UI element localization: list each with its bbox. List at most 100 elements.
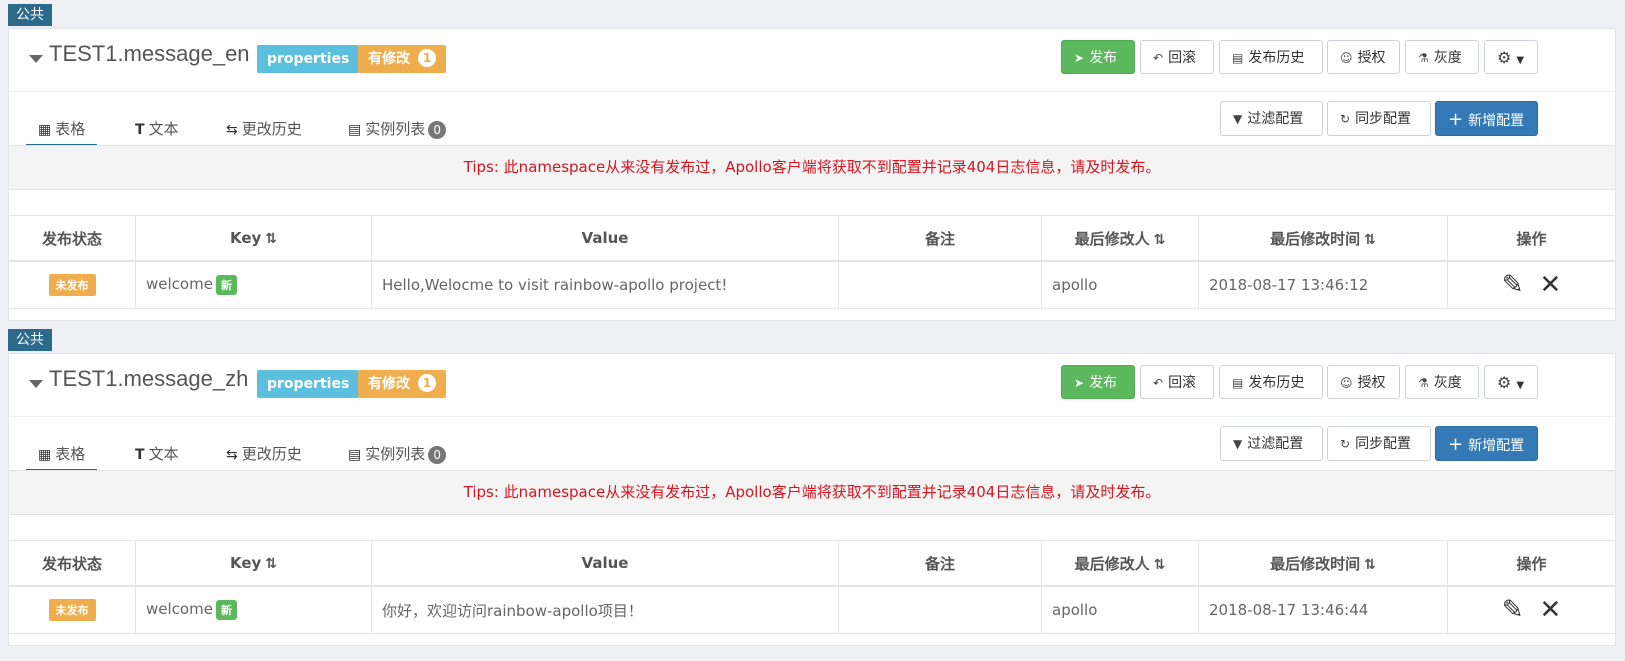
gray-release-button[interactable]: ⚗ 灰度 bbox=[1405, 365, 1479, 399]
column-header-value: Value bbox=[371, 215, 839, 262]
tips-message: Tips: 此namespace从来没有发布过，Apollo客户端将获取不到配置… bbox=[9, 145, 1615, 190]
gray-release-label: 灰度 bbox=[1433, 50, 1462, 66]
user-icon: ☺ bbox=[1340, 376, 1353, 390]
plus-icon: + bbox=[1448, 109, 1464, 130]
tab-table-label: 表格 bbox=[55, 445, 86, 463]
namespace-name: TEST1.message_en bbox=[49, 41, 250, 66]
filter-config-label: 过滤配置 bbox=[1247, 111, 1304, 127]
caret-down-icon[interactable] bbox=[29, 55, 43, 63]
value-cell: Hello,Welocme to visit rainbow-apollo pr… bbox=[371, 261, 839, 309]
column-header-status: 发布状态 bbox=[9, 540, 136, 587]
comment-cell bbox=[838, 586, 1042, 634]
user-icon: ☺ bbox=[1340, 51, 1353, 65]
text-icon: T bbox=[135, 122, 145, 138]
column-header-comment: 备注 bbox=[838, 215, 1042, 262]
edit-icon[interactable]: ✎ bbox=[1502, 595, 1524, 625]
column-header-actions-label: 操作 bbox=[1516, 554, 1547, 573]
paper-plane-icon: ➤ bbox=[1074, 51, 1085, 65]
column-header-key-label: Key bbox=[229, 554, 262, 572]
column-header-time[interactable]: 最后修改时间 ⇅ bbox=[1198, 540, 1448, 587]
tab-text-label: 文本 bbox=[148, 120, 179, 138]
tab-instances[interactable]: ▤ 实例列表 0 bbox=[336, 118, 458, 144]
list-icon: ▤ bbox=[348, 447, 362, 463]
filter-icon: ▼ bbox=[1233, 112, 1243, 126]
grant-button[interactable]: ☺ 授权 bbox=[1327, 365, 1400, 399]
sync-config-label: 同步配置 bbox=[1355, 111, 1412, 127]
namespace-public-tag: 公共 bbox=[8, 329, 52, 351]
column-header-modifier[interactable]: 最后修改人 ⇅ bbox=[1041, 540, 1199, 587]
tab-text[interactable]: T 文本 bbox=[123, 118, 191, 144]
key-cell: welcome 新 bbox=[135, 261, 372, 309]
publish-history-label: 发布历史 bbox=[1248, 375, 1305, 391]
config-table: 发布状态 Key ⇅ Value 备注 最后修改人 ⇅ 最后修改时间 ⇅ 操作 未发布… bbox=[9, 540, 1615, 634]
rollback-label: 回滚 bbox=[1168, 375, 1197, 391]
value-text: 你好，欢迎访问rainbow-apollo项目！ bbox=[382, 601, 643, 620]
rollback-button[interactable]: ↶ 回滚 bbox=[1140, 365, 1214, 399]
sort-icon[interactable]: ⇅ bbox=[1154, 557, 1166, 573]
column-header-status-label: 发布状态 bbox=[41, 554, 102, 573]
close-icon[interactable]: ✕ bbox=[1540, 595, 1562, 625]
sync-config-label: 同步配置 bbox=[1355, 436, 1412, 452]
settings-dropdown-button[interactable]: ⚙ ▼ bbox=[1484, 365, 1538, 399]
publish-history-button[interactable]: ▤ 发布历史 bbox=[1219, 40, 1323, 74]
flask-icon: ⚗ bbox=[1418, 51, 1429, 65]
filter-config-button[interactable]: ▼ 过滤配置 bbox=[1220, 101, 1323, 136]
gray-release-button[interactable]: ⚗ 灰度 bbox=[1405, 40, 1479, 74]
sync-config-button[interactable]: ↻ 同步配置 bbox=[1327, 101, 1431, 136]
filter-config-button[interactable]: ▼ 过滤配置 bbox=[1220, 426, 1323, 461]
modified-text: 有修改 bbox=[368, 51, 410, 67]
namespace-section: 公共 TEST1.message_en properties 有修改 1 ➤ 发布 … bbox=[0, 0, 1625, 330]
table-header-row: 发布状态 Key ⇅ Value 备注 最后修改人 ⇅ 最后修改时间 ⇅ 操作 bbox=[9, 215, 1615, 262]
time-text: 2018-08-17 13:46:44 bbox=[1209, 601, 1369, 619]
refresh-icon: ↻ bbox=[1340, 437, 1351, 451]
tab-change-history[interactable]: ⇆ 更改历史 bbox=[214, 443, 314, 469]
unpublished-badge: 未发布 bbox=[48, 599, 96, 621]
add-config-button[interactable]: + 新增配置 bbox=[1435, 426, 1538, 461]
publish-button[interactable]: ➤ 发布 bbox=[1061, 40, 1135, 74]
publish-history-button[interactable]: ▤ 发布历史 bbox=[1219, 365, 1323, 399]
comment-cell bbox=[838, 261, 1042, 309]
settings-dropdown-button[interactable]: ⚙ ▼ bbox=[1484, 40, 1538, 74]
status-cell: 未发布 bbox=[9, 586, 136, 634]
instance-count-badge: 0 bbox=[428, 121, 447, 139]
tab-table[interactable]: ▦ 表格 bbox=[26, 118, 98, 147]
tab-change-history[interactable]: ⇆ 更改历史 bbox=[214, 118, 314, 144]
sort-icon[interactable]: ⇅ bbox=[265, 556, 277, 572]
column-header-key[interactable]: Key ⇅ bbox=[135, 215, 372, 262]
column-header-time[interactable]: 最后修改时间 ⇅ bbox=[1198, 215, 1448, 262]
sync-config-button[interactable]: ↻ 同步配置 bbox=[1327, 426, 1431, 461]
sort-icon[interactable]: ⇅ bbox=[1154, 232, 1166, 248]
close-icon[interactable]: ✕ bbox=[1540, 270, 1562, 300]
sort-icon[interactable]: ⇅ bbox=[265, 231, 277, 247]
tab-text[interactable]: T 文本 bbox=[123, 443, 191, 469]
tab-instances[interactable]: ▤ 实例列表 0 bbox=[336, 443, 458, 469]
sort-icon[interactable]: ⇅ bbox=[1364, 557, 1376, 573]
namespace-panel: TEST1.message_zh properties 有修改 1 ➤ 发布 ↶ 回滚… bbox=[8, 353, 1616, 646]
namespace-name: TEST1.message_zh bbox=[49, 366, 249, 391]
calendar-icon: ▤ bbox=[1232, 376, 1244, 390]
flask-icon: ⚗ bbox=[1418, 376, 1429, 390]
edit-icon[interactable]: ✎ bbox=[1502, 270, 1524, 300]
column-header-key[interactable]: Key ⇅ bbox=[135, 540, 372, 587]
namespace-header: TEST1.message_zh properties 有修改 1 ➤ 发布 ↶ 回滚… bbox=[9, 354, 1615, 417]
column-header-status-label: 发布状态 bbox=[41, 229, 102, 248]
tips-message: Tips: 此namespace从来没有发布过，Apollo客户端将获取不到配置… bbox=[9, 470, 1615, 515]
add-config-button[interactable]: + 新增配置 bbox=[1435, 101, 1538, 136]
grant-button[interactable]: ☺ 授权 bbox=[1327, 40, 1400, 74]
tab-table[interactable]: ▦ 表格 bbox=[26, 443, 98, 472]
tab-change-history-label: 更改历史 bbox=[241, 445, 302, 463]
undo-icon: ↶ bbox=[1153, 376, 1164, 390]
rollback-button[interactable]: ↶ 回滚 bbox=[1140, 40, 1214, 74]
column-header-actions: 操作 bbox=[1447, 215, 1615, 262]
publish-button[interactable]: ➤ 发布 bbox=[1061, 365, 1135, 399]
unpublished-badge: 未发布 bbox=[48, 274, 96, 296]
sort-icon[interactable]: ⇅ bbox=[1364, 232, 1376, 248]
time-text: 2018-08-17 13:46:12 bbox=[1209, 276, 1369, 294]
column-header-modifier[interactable]: 最后修改人 ⇅ bbox=[1041, 215, 1199, 262]
column-header-modifier-label: 最后修改人 bbox=[1074, 229, 1150, 248]
gear-icon: ⚙ bbox=[1497, 373, 1512, 392]
column-header-value: Value bbox=[371, 540, 839, 587]
new-badge: 新 bbox=[215, 600, 237, 620]
namespace-panel: TEST1.message_en properties 有修改 1 ➤ 发布 ↶ 回滚… bbox=[8, 28, 1616, 321]
caret-down-icon[interactable] bbox=[29, 380, 43, 388]
